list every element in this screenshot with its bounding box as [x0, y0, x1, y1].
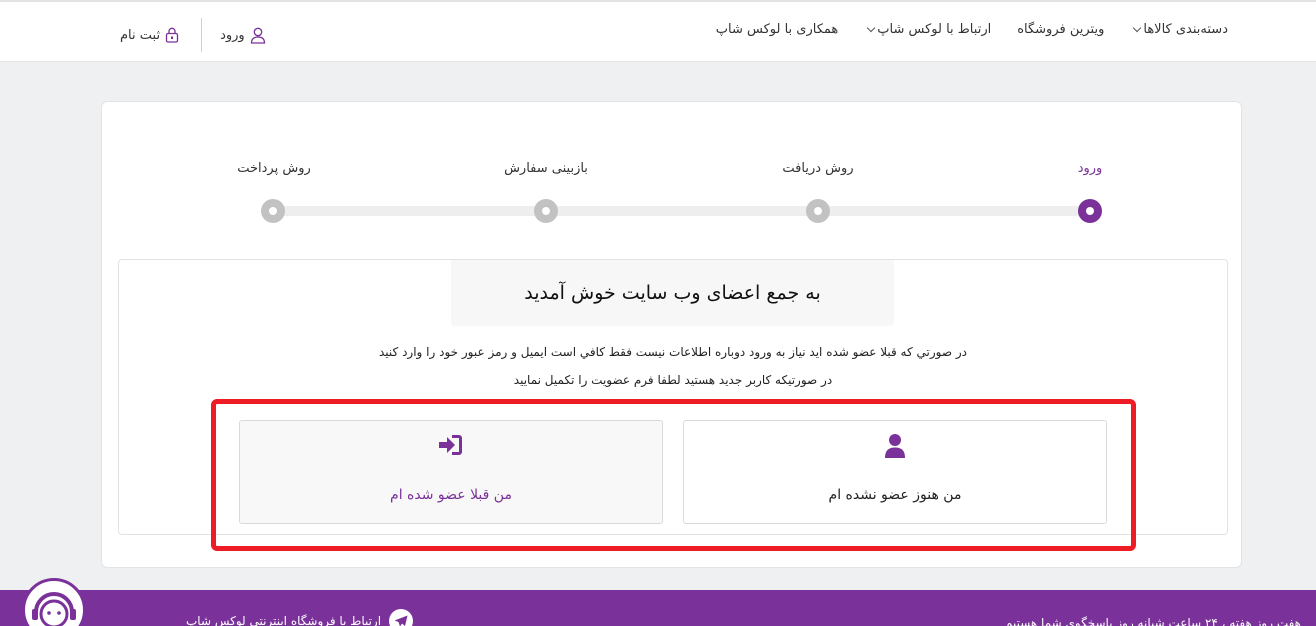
- user-icon: [250, 27, 265, 44]
- login-link[interactable]: ورود: [220, 27, 266, 44]
- existing-member-label: من قبلا عضو شده ام: [390, 487, 512, 503]
- nav-item-label: ویترین فروشگاه: [1017, 22, 1105, 37]
- nav-item-label: همکاری با لوکس شاپ: [715, 22, 839, 37]
- step-label-review: بازبینی سفارش: [504, 161, 588, 176]
- auth-divider: [201, 18, 203, 52]
- lock-icon: [165, 27, 179, 43]
- step-label-login: ورود: [1077, 161, 1103, 176]
- nav-item-contact[interactable]: ارتباط با لوکس شاپ: [864, 22, 991, 37]
- support-avatar[interactable]: [22, 578, 86, 626]
- user-icon: [885, 434, 905, 458]
- nav-item-cooperation[interactable]: همکاری با لوکس شاپ: [716, 22, 838, 37]
- chevron-down-icon: [1133, 23, 1142, 32]
- footer-contact-label: ارتباط با فروشگاه اینترنتی لوکس شاپ: [186, 614, 382, 626]
- existing-member-description: در صورتي كه قبلا عضو شده ايد نياز به ورو…: [379, 345, 967, 359]
- sign-in-icon: [439, 435, 462, 455]
- new-member-label: من هنوز عضو نشده ام: [828, 487, 962, 503]
- telegram-icon: [389, 609, 414, 626]
- nav-item-categories[interactable]: دسته‌بندی کالاها: [1130, 22, 1228, 37]
- main-nav: دسته‌بندی کالاها ویترین فروشگاه ارتباط ب…: [716, 22, 1228, 37]
- nav-item-label: ارتباط با لوکس شاپ: [877, 22, 992, 37]
- steps-track: [273, 206, 1091, 216]
- step-dot-payment: [261, 199, 285, 223]
- login-label: ورود: [220, 27, 245, 43]
- register-label: ثبت نام: [120, 27, 161, 43]
- chevron-down-icon: [867, 23, 876, 32]
- footer: ارتباط با فروشگاه اینترنتی لوکس شاپ هفت …: [0, 590, 1316, 626]
- footer-contact[interactable]: ارتباط با فروشگاه اینترنتی لوکس شاپ: [186, 609, 414, 626]
- new-member-description: در صورتيكه كاربر جديد هستيد لطفا فرم عضو…: [513, 373, 833, 387]
- step-dot-delivery: [806, 199, 830, 223]
- step-label-payment: روش پرداخت: [237, 161, 311, 176]
- new-member-button[interactable]: من هنوز عضو نشده ام: [683, 420, 1107, 524]
- checkout-card: ورود روش دریافت بازبینی سفارش روش پرداخت…: [101, 101, 1242, 568]
- auth-links: ثبت نام ورود: [120, 18, 266, 52]
- nav-item-label: دسته‌بندی کالاها: [1143, 22, 1228, 37]
- step-dot-review: [534, 199, 558, 223]
- top-header: دسته‌بندی کالاها ویترین فروشگاه ارتباط ب…: [0, 0, 1316, 62]
- step-dot-login: [1078, 199, 1102, 223]
- login-choice-box: به جمع اعضای وب سایت خوش آمدید در صورتي …: [118, 259, 1228, 535]
- register-link[interactable]: ثبت نام: [120, 27, 179, 43]
- support-agent-icon: [32, 592, 76, 626]
- step-label-delivery: روش دریافت: [782, 161, 854, 176]
- nav-item-showcase[interactable]: ویترین فروشگاه: [1017, 22, 1104, 37]
- footer-hours: هفت روز هفته ، ۲۴ ساعت شبانه روز پاسخگوی…: [1004, 616, 1301, 626]
- welcome-title: به جمع اعضای وب سایت خوش آمدید: [451, 260, 894, 326]
- existing-member-button[interactable]: من قبلا عضو شده ام: [239, 420, 663, 524]
